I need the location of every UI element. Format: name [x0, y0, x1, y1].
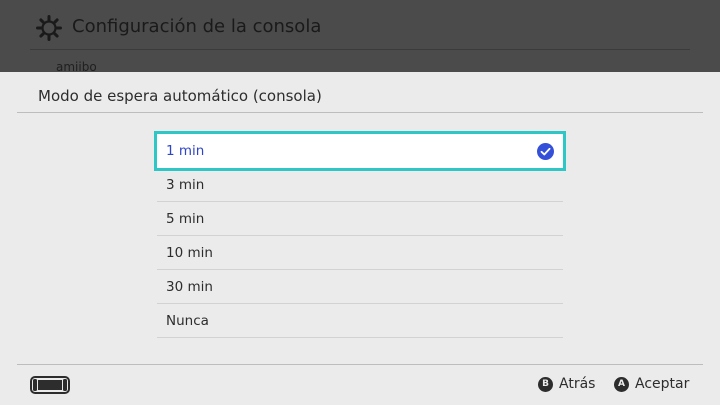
footer-divider	[17, 364, 703, 365]
option-list: 1 min 3 min 5 min 10 min 30 min Nunca	[154, 131, 566, 338]
option-10-min[interactable]: 10 min	[157, 236, 563, 270]
option-1-min[interactable]: 1 min	[154, 131, 566, 171]
option-label: 30 min	[166, 278, 213, 295]
standby-dialog: Modo de espera automático (consola) 1 mi…	[0, 72, 720, 405]
back-label: Atrás	[559, 376, 596, 392]
accept-button[interactable]: A Aceptar	[614, 376, 689, 392]
option-label: 5 min	[166, 210, 205, 227]
background-title: Configuración de la consola	[72, 16, 322, 37]
option-never[interactable]: Nunca	[157, 304, 563, 338]
dialog-title: Modo de espera automático (consola)	[38, 87, 322, 105]
option-30-min[interactable]: 30 min	[157, 270, 563, 304]
option-3-min[interactable]: 3 min	[157, 168, 563, 202]
b-button-icon: B	[538, 376, 553, 392]
option-5-min[interactable]: 5 min	[157, 202, 563, 236]
console-icon	[30, 376, 70, 394]
background-header: Configuración de la consola amiibo	[0, 0, 720, 74]
option-label: Nunca	[166, 312, 209, 329]
dialog-divider	[17, 112, 703, 113]
background-divider	[30, 49, 690, 50]
gear-icon	[36, 15, 62, 41]
back-button[interactable]: B Atrás	[538, 376, 595, 392]
checkmark-icon	[537, 143, 554, 160]
a-button-icon: A	[614, 376, 629, 392]
option-label: 3 min	[166, 176, 205, 193]
option-label: 10 min	[166, 244, 213, 261]
option-label: 1 min	[166, 142, 205, 159]
accept-label: Aceptar	[635, 376, 690, 392]
